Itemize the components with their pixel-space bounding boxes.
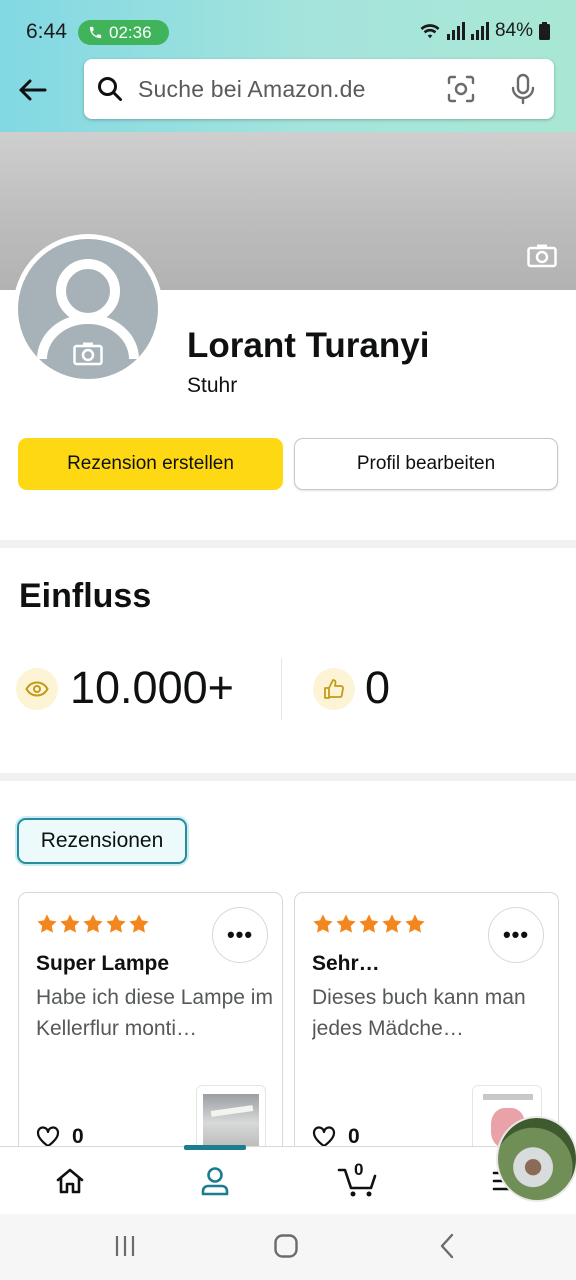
status-bar: 6:44 02:36 84% xyxy=(0,0,576,64)
book-cover-text xyxy=(483,1094,533,1100)
microphone-icon[interactable] xyxy=(510,73,536,105)
eye-icon xyxy=(25,681,49,697)
review-title: Super Lampe xyxy=(36,952,170,975)
search-icon xyxy=(98,77,122,101)
camera-lens-icon[interactable] xyxy=(446,74,476,104)
heart-icon xyxy=(312,1126,336,1148)
influence-title: Einfluss xyxy=(19,577,152,615)
signal-icon xyxy=(470,22,489,40)
status-time: 6:44 xyxy=(26,20,67,43)
star-rating xyxy=(36,913,150,935)
review-title: Sehr… xyxy=(312,952,380,975)
more-options-button[interactable]: ••• xyxy=(212,907,268,963)
views-icon-container xyxy=(16,668,58,710)
status-icons: 84% xyxy=(419,20,550,42)
likes-icon-container xyxy=(313,668,355,710)
arrow-left-icon xyxy=(19,79,47,101)
review-body: Habe ich diese Lampe im Kellerflur monti… xyxy=(36,986,273,1040)
back-nav-icon[interactable] xyxy=(438,1233,456,1259)
star-icon xyxy=(313,914,333,933)
thumbs-up-icon xyxy=(324,679,344,699)
star-icon xyxy=(382,914,402,933)
star-icon xyxy=(60,914,80,933)
call-timer: 02:36 xyxy=(109,22,152,42)
review-card[interactable]: ••• Super Lampe Habe ich diese Lampe im … xyxy=(18,892,283,1172)
edit-profile-button[interactable]: Profil bearbeiten xyxy=(294,438,558,490)
profile-location: Stuhr xyxy=(187,374,238,397)
back-button[interactable] xyxy=(14,72,50,108)
tab-reviews[interactable]: Rezensionen xyxy=(17,818,187,864)
nav-cart[interactable]: 0 xyxy=(318,1147,398,1215)
camera-icon[interactable] xyxy=(73,341,103,366)
heart-icon xyxy=(36,1126,60,1148)
home-icon xyxy=(56,1168,84,1194)
review-body: Dieses buch kann man jedes Mädche… xyxy=(312,986,526,1040)
nav-profile[interactable] xyxy=(175,1147,255,1215)
search-input[interactable]: Suche bei Amazon.de xyxy=(84,59,554,119)
cart-count: 0 xyxy=(354,1160,364,1179)
search-placeholder: Suche bei Amazon.de xyxy=(138,76,366,102)
profile-name: Lorant Turanyi xyxy=(187,326,430,365)
star-icon xyxy=(129,914,149,933)
user-icon xyxy=(201,1167,229,1196)
battery-level: 84% xyxy=(494,20,533,41)
home-circle-icon[interactable] xyxy=(273,1233,299,1259)
star-icon xyxy=(106,914,126,933)
call-indicator[interactable]: 02:36 xyxy=(78,20,169,45)
wifi-icon xyxy=(420,24,440,39)
floating-chat-avatar[interactable] xyxy=(496,1116,576,1202)
create-review-button[interactable]: Rezension erstellen xyxy=(18,438,283,490)
star-icon xyxy=(336,914,356,933)
signal-icon xyxy=(446,22,465,40)
bottom-navigation: 0 xyxy=(0,1145,576,1215)
views-count: 10.000+ xyxy=(70,662,234,713)
battery-icon xyxy=(539,22,550,40)
star-icon xyxy=(359,914,379,933)
likes-count: 0 xyxy=(365,662,391,713)
more-options-button[interactable]: ••• xyxy=(488,907,544,963)
star-rating xyxy=(312,913,426,935)
system-navigation-bar xyxy=(0,1214,576,1280)
nav-home[interactable] xyxy=(30,1147,110,1215)
star-icon xyxy=(83,914,103,933)
metric-divider xyxy=(281,658,282,720)
star-icon xyxy=(405,914,425,933)
section-divider xyxy=(0,540,576,548)
recent-apps-icon[interactable] xyxy=(112,1234,138,1258)
phone-icon xyxy=(89,26,102,39)
star-icon xyxy=(37,914,57,933)
app-header: 6:44 02:36 84% Suche bei Amazon.de xyxy=(0,0,576,132)
section-divider xyxy=(0,773,576,781)
camera-icon[interactable] xyxy=(527,243,557,268)
